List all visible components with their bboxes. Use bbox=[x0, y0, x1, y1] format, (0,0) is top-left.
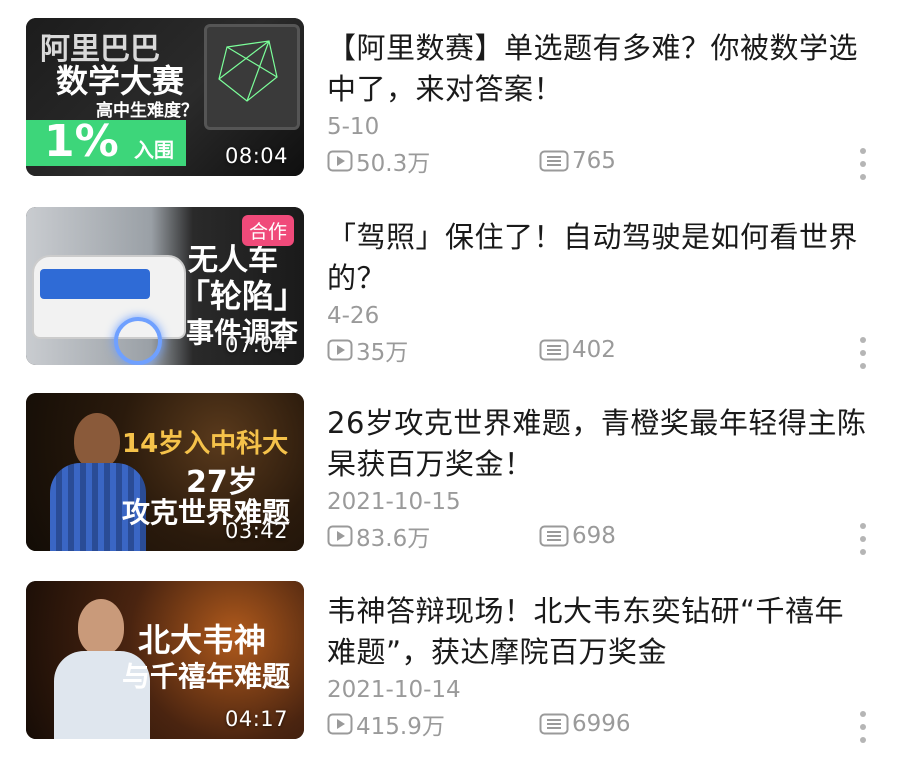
view-count-text: 83.6万 bbox=[356, 526, 431, 552]
more-options-icon[interactable] bbox=[855, 148, 871, 180]
comment-count: 765 bbox=[539, 148, 616, 174]
video-title[interactable]: 韦神答辩现场！北大韦东奕钻研“千禧年难题”，获达摩院百万奖金 bbox=[327, 591, 872, 673]
comment-count: 402 bbox=[539, 337, 616, 363]
video-date: 4-26 bbox=[327, 303, 380, 329]
video-stats: 83.6万 698 bbox=[327, 519, 616, 553]
view-count: 50.3万 bbox=[327, 144, 539, 178]
video-stats: 50.3万 765 bbox=[327, 144, 616, 178]
comment-count-text: 698 bbox=[572, 523, 616, 549]
video-thumbnail[interactable]: 14岁入中科大 27岁 攻克世界难题 03:42 bbox=[26, 393, 304, 551]
vehicle-wheel bbox=[114, 317, 162, 365]
video-duration: 07:04 bbox=[224, 333, 288, 357]
network-graph-icon bbox=[218, 40, 278, 102]
video-thumbnail[interactable]: 北大韦神 与千禧年难题 04:17 bbox=[26, 581, 304, 739]
video-stats: 35万 402 bbox=[327, 333, 616, 367]
more-options-icon[interactable] bbox=[855, 337, 871, 369]
play-count-icon bbox=[327, 339, 353, 361]
play-count-icon bbox=[327, 150, 353, 172]
comment-count-text: 402 bbox=[572, 337, 616, 363]
video-duration: 08:04 bbox=[224, 144, 288, 168]
more-options-icon[interactable] bbox=[855, 711, 871, 743]
video-item[interactable]: 阿里巴巴 数学大赛 高中生难度？ 1% 入围 08:04 【阿里数赛】单选题有多… bbox=[0, 18, 899, 208]
video-thumbnail[interactable]: 阿里巴巴 数学大赛 高中生难度？ 1% 入围 08:04 bbox=[26, 18, 304, 176]
person-head bbox=[74, 413, 120, 469]
video-date: 5-10 bbox=[327, 114, 380, 140]
video-duration: 03:42 bbox=[224, 519, 288, 543]
view-count-text: 415.9万 bbox=[356, 714, 445, 740]
collaboration-badge: 合作 bbox=[241, 215, 294, 246]
person-head bbox=[78, 599, 124, 655]
video-item[interactable]: 无人车 「轮陷」 事件调查 合作 07:04 「驾照」保住了！自动驾驶是如何看世… bbox=[0, 207, 899, 397]
video-list: 阿里巴巴 数学大赛 高中生难度？ 1% 入围 08:04 【阿里数赛】单选题有多… bbox=[0, 0, 899, 756]
view-count: 415.9万 bbox=[327, 707, 539, 741]
play-count-icon bbox=[327, 525, 353, 547]
more-options-icon[interactable] bbox=[855, 523, 871, 555]
thumb-line-4: 入围 bbox=[134, 138, 174, 162]
view-count: 35万 bbox=[327, 333, 539, 367]
comment-count-icon bbox=[539, 713, 569, 735]
video-item[interactable]: 14岁入中科大 27岁 攻克世界难题 03:42 26岁攻克世界难题，青橙奖最年… bbox=[0, 393, 899, 583]
view-count-text: 35万 bbox=[356, 340, 409, 366]
video-date: 2021-10-14 bbox=[327, 677, 461, 703]
video-thumbnail[interactable]: 无人车 「轮陷」 事件调查 合作 07:04 bbox=[26, 207, 304, 365]
comment-count-icon bbox=[539, 525, 569, 547]
video-title[interactable]: 【阿里数赛】单选题有多难？你被数学选中了，来对答案！ bbox=[327, 28, 872, 110]
comment-count-icon bbox=[539, 150, 569, 172]
monitor-illustration bbox=[204, 24, 300, 130]
comment-count-text: 6996 bbox=[572, 711, 631, 737]
comment-count-text: 765 bbox=[572, 148, 616, 174]
video-title[interactable]: 26岁攻克世界难题，青橙奖最年轻得主陈杲获百万奖金！ bbox=[327, 403, 872, 485]
video-stats: 415.9万 6996 bbox=[327, 707, 631, 741]
thumb-percent: 1% bbox=[44, 116, 119, 167]
comment-count: 6996 bbox=[539, 711, 631, 737]
comment-count-icon bbox=[539, 339, 569, 361]
vehicle-window bbox=[40, 269, 150, 299]
thumb-line-1: 14岁入中科大 bbox=[122, 429, 289, 459]
video-item[interactable]: 北大韦神 与千禧年难题 04:17 韦神答辩现场！北大韦东奕钻研“千禧年难题”，… bbox=[0, 581, 899, 771]
view-count: 83.6万 bbox=[327, 519, 539, 553]
video-title[interactable]: 「驾照」保住了！自动驾驶是如何看世界的？ bbox=[327, 217, 872, 299]
video-date: 2021-10-15 bbox=[327, 489, 461, 515]
comment-count: 698 bbox=[539, 523, 616, 549]
view-count-text: 50.3万 bbox=[356, 151, 431, 177]
play-count-icon bbox=[327, 713, 353, 735]
video-duration: 04:17 bbox=[224, 707, 288, 731]
thumb-line-2: 与千禧年难题 bbox=[122, 660, 291, 693]
